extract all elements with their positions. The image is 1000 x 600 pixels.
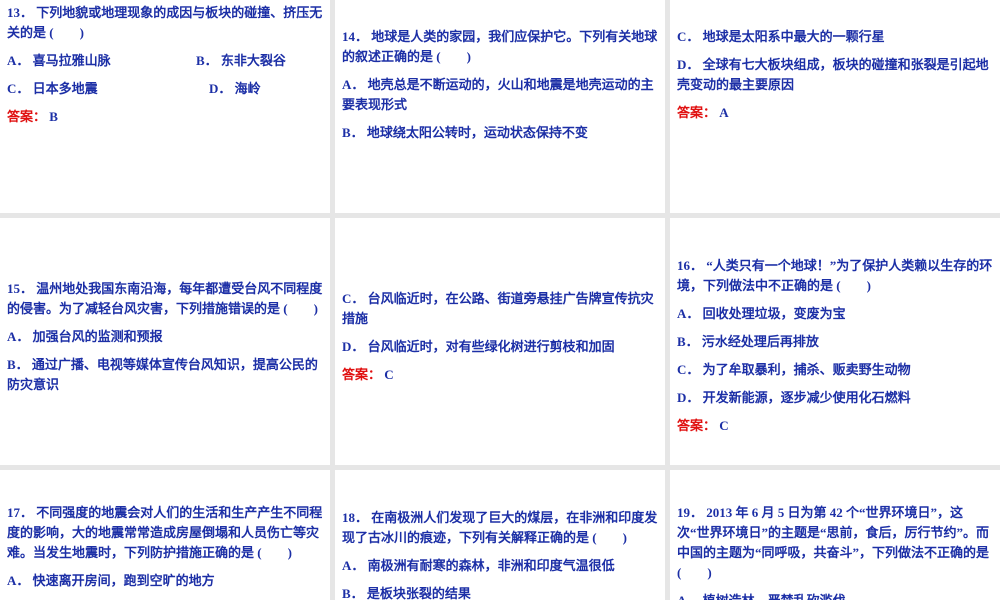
option-a: A． 地壳总是不断运动的，火山和地震是地壳运动的主要表现形式 bbox=[342, 77, 654, 112]
answer-label: 答案： bbox=[677, 105, 717, 120]
option-d: D． 全球有七大板块组成，板块的碰撞和张裂是引起地壳变动的最主要原因 bbox=[677, 57, 989, 92]
answer-line: 答案： C bbox=[677, 416, 993, 436]
option-d: D． 开发新能源，逐步减少使用化石燃料 bbox=[677, 390, 911, 405]
option-c: C． 台风临近时，在公路、街道旁悬挂广告牌宣传抗灾措施 bbox=[342, 291, 654, 326]
option-b: B． 地球绕太阳公转时，运动状态保持不变 bbox=[342, 125, 588, 140]
slide-q16[interactable]: 16． “人类只有一个地球！”为了保护人类赖以生存的环境，下列做法中不正确的是 … bbox=[670, 218, 1000, 465]
question-text: 16． “人类只有一个地球！”为了保护人类赖以生存的环境，下列做法中不正确的是 … bbox=[677, 258, 993, 293]
question-text: 14． 地球是人类的家园，我们应保护它。下列有关地球的叙述正确的是 ( ) bbox=[342, 29, 658, 64]
answer-label: 答案： bbox=[342, 367, 382, 382]
option-a: A． 南极洲有耐寒的森林，非洲和印度气温很低 bbox=[342, 558, 615, 573]
option-d: D． 台风临近时，对有些绿化树进行剪枝和加固 bbox=[342, 339, 615, 354]
slide-q19[interactable]: 19． 2013 年 6 月 5 日为第 42 个“世界环境日”，这次“世界环境… bbox=[670, 470, 1000, 600]
question-text: 19． 2013 年 6 月 5 日为第 42 个“世界环境日”，这次“世界环境… bbox=[677, 505, 990, 580]
slide-q15-cont[interactable]: C． 台风临近时，在公路、街道旁悬挂广告牌宣传抗灾措施 D． 台风临近时，对有些… bbox=[335, 218, 665, 465]
option-b: B． 污水经处理后再排放 bbox=[677, 334, 819, 349]
answer-line: 答案： B bbox=[7, 107, 323, 127]
option-c: C． 地球是太阳系中最大的一颗行星 bbox=[677, 29, 885, 44]
option-d: D． 海岭 bbox=[209, 81, 261, 96]
question-text: 18． 在南极洲人们发现了巨大的煤层，在非洲和印度发现了古冰川的痕迹，下列有关解… bbox=[342, 510, 658, 545]
slide-q18[interactable]: 18． 在南极洲人们发现了巨大的煤层，在非洲和印度发现了古冰川的痕迹，下列有关解… bbox=[335, 470, 665, 600]
option-a: A． 植树造林，严禁乱砍滥伐 bbox=[677, 591, 993, 600]
option-b: B． 是板块张裂的结果 bbox=[342, 586, 471, 600]
option-b: B． 通过广播、电视等媒体宣传台风知识，提高公民的防灾意识 bbox=[7, 357, 318, 392]
slide-q14-cont[interactable]: C． 地球是太阳系中最大的一颗行星 D． 全球有七大板块组成，板块的碰撞和张裂是… bbox=[670, 0, 1000, 213]
option-a: A． 快速离开房间，跑到空旷的地方 bbox=[7, 573, 215, 588]
option-c: C． 日本多地震 bbox=[7, 81, 98, 96]
question-text: 13． 下列地貌或地理现象的成因与板块的碰撞、挤压无关的是 ( ) bbox=[7, 5, 323, 40]
question-text: 17． 不同强度的地震会对人们的生活和生产产生不同程度的影响，大的地震常常造成房… bbox=[7, 505, 323, 560]
slide-q13[interactable]: 13． 下列地貌或地理现象的成因与板块的碰撞、挤压无关的是 ( ) A． 喜马拉… bbox=[0, 0, 330, 213]
option-a: A． 回收处理垃圾，变废为宝 bbox=[677, 306, 846, 321]
option-c: C． 为了牟取暴利，捕杀、贩卖野生动物 bbox=[677, 362, 911, 377]
option-a: A． 喜马拉雅山脉 bbox=[7, 53, 111, 68]
option-b: B． 东非大裂谷 bbox=[196, 53, 286, 68]
answer-line: 答案： C bbox=[342, 365, 658, 385]
answer-label: 答案： bbox=[677, 418, 717, 433]
question-text: 15． 温州地处我国东南沿海，每年都遭受台风不同程度的侵害。为了减轻台风灾害，下… bbox=[7, 281, 323, 316]
slide-q15[interactable]: 15． 温州地处我国东南沿海，每年都遭受台风不同程度的侵害。为了减轻台风灾害，下… bbox=[0, 218, 330, 465]
option-a: A． 加强台风的监测和预报 bbox=[7, 329, 163, 344]
answer-line: 答案： A bbox=[677, 103, 993, 123]
answer-label: 答案： bbox=[7, 109, 47, 124]
answer-value: B bbox=[49, 109, 58, 124]
slide-q14[interactable]: 14． 地球是人类的家园，我们应保护它。下列有关地球的叙述正确的是 ( ) A．… bbox=[335, 0, 665, 213]
slide-q17[interactable]: 17． 不同强度的地震会对人们的生活和生产产生不同程度的影响，大的地震常常造成房… bbox=[0, 470, 330, 600]
answer-value: C bbox=[719, 418, 729, 433]
answer-value: A bbox=[719, 105, 729, 120]
answer-value: C bbox=[384, 367, 394, 382]
